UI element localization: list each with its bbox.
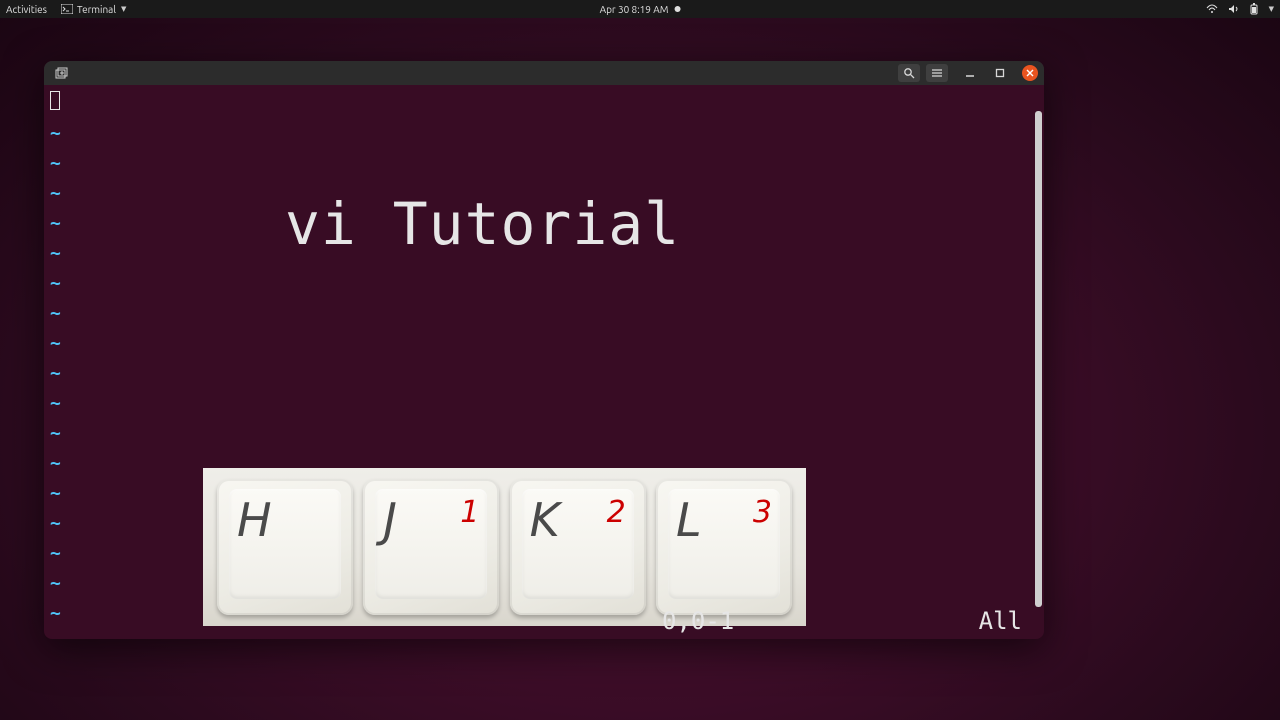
minimize-icon bbox=[965, 68, 975, 78]
gnome-topbar: Activities Terminal ▼ Apr 30 8:19 AM ▼ bbox=[0, 0, 1280, 18]
keycap-h: H bbox=[217, 479, 353, 615]
vim-tilde: ~ bbox=[50, 419, 61, 449]
chevron-down-icon: ▼ bbox=[121, 5, 126, 13]
search-icon bbox=[903, 67, 915, 79]
vim-tilde: ~ bbox=[50, 119, 61, 149]
vim-tilde-column: ~~~~~~~~~~~~~~~~~ bbox=[50, 119, 61, 629]
vim-tilde: ~ bbox=[50, 389, 61, 419]
vim-tilde: ~ bbox=[50, 209, 61, 239]
overlay-title: vi Tutorial bbox=[285, 190, 680, 258]
terminal-icon bbox=[61, 4, 73, 14]
app-menu-label: Terminal bbox=[77, 4, 116, 15]
system-tray[interactable]: ▼ bbox=[1206, 3, 1274, 15]
cursor bbox=[50, 91, 60, 110]
chevron-down-icon: ▼ bbox=[1269, 5, 1274, 13]
vim-tilde: ~ bbox=[50, 149, 61, 179]
volume-icon bbox=[1228, 4, 1240, 14]
vim-tilde: ~ bbox=[50, 179, 61, 209]
hamburger-menu-button[interactable] bbox=[926, 64, 948, 82]
keycap-number: 1 bbox=[460, 495, 479, 530]
clock-label: Apr 30 8:19 AM bbox=[600, 4, 669, 15]
activities-button[interactable]: Activities bbox=[6, 4, 47, 15]
keycap-number: 2 bbox=[607, 495, 626, 530]
vim-tilde: ~ bbox=[50, 269, 61, 299]
keycap-k: K2 bbox=[510, 479, 646, 615]
titlebar bbox=[44, 61, 1044, 85]
status-scope: All bbox=[979, 607, 1022, 635]
battery-icon bbox=[1250, 3, 1258, 15]
close-button[interactable] bbox=[1022, 65, 1038, 81]
terminal-content[interactable]: ~~~~~~~~~~~~~~~~~ vi Tutorial HJ1K2L3 0,… bbox=[44, 85, 1044, 639]
vim-tilde: ~ bbox=[50, 569, 61, 599]
keycap-number: 3 bbox=[753, 495, 772, 530]
minimize-button[interactable] bbox=[962, 65, 978, 81]
terminal-window: ~~~~~~~~~~~~~~~~~ vi Tutorial HJ1K2L3 0,… bbox=[44, 61, 1044, 639]
hjkl-keys-image: HJ1K2L3 bbox=[203, 468, 806, 626]
vim-tilde: ~ bbox=[50, 539, 61, 569]
vim-tilde: ~ bbox=[50, 239, 61, 269]
vim-tilde: ~ bbox=[50, 329, 61, 359]
scrollbar[interactable] bbox=[1035, 111, 1042, 607]
keycap-letter: K bbox=[530, 493, 560, 547]
keycap-j: J1 bbox=[363, 479, 499, 615]
keycap-letter: L bbox=[676, 493, 702, 547]
vim-status-line: 0,0-1 All bbox=[662, 607, 1022, 635]
keycap-l: L3 bbox=[656, 479, 792, 615]
close-icon bbox=[1026, 69, 1034, 77]
status-position: 0,0-1 bbox=[662, 607, 734, 635]
app-menu[interactable]: Terminal ▼ bbox=[61, 4, 126, 15]
keycap-letter: H bbox=[237, 493, 272, 547]
vim-tilde: ~ bbox=[50, 479, 61, 509]
clock[interactable]: Apr 30 8:19 AM bbox=[600, 4, 681, 15]
maximize-button[interactable] bbox=[992, 65, 1008, 81]
network-icon bbox=[1206, 4, 1218, 14]
maximize-icon bbox=[995, 68, 1005, 78]
hamburger-icon bbox=[931, 68, 943, 78]
notification-dot-icon bbox=[674, 6, 680, 12]
vim-tilde: ~ bbox=[50, 599, 61, 629]
vim-tilde: ~ bbox=[50, 299, 61, 329]
vim-tilde: ~ bbox=[50, 509, 61, 539]
search-button[interactable] bbox=[898, 64, 920, 82]
vim-tilde: ~ bbox=[50, 359, 61, 389]
new-tab-button[interactable] bbox=[50, 65, 74, 81]
keycap-letter: J bbox=[383, 493, 397, 547]
vim-tilde: ~ bbox=[50, 449, 61, 479]
